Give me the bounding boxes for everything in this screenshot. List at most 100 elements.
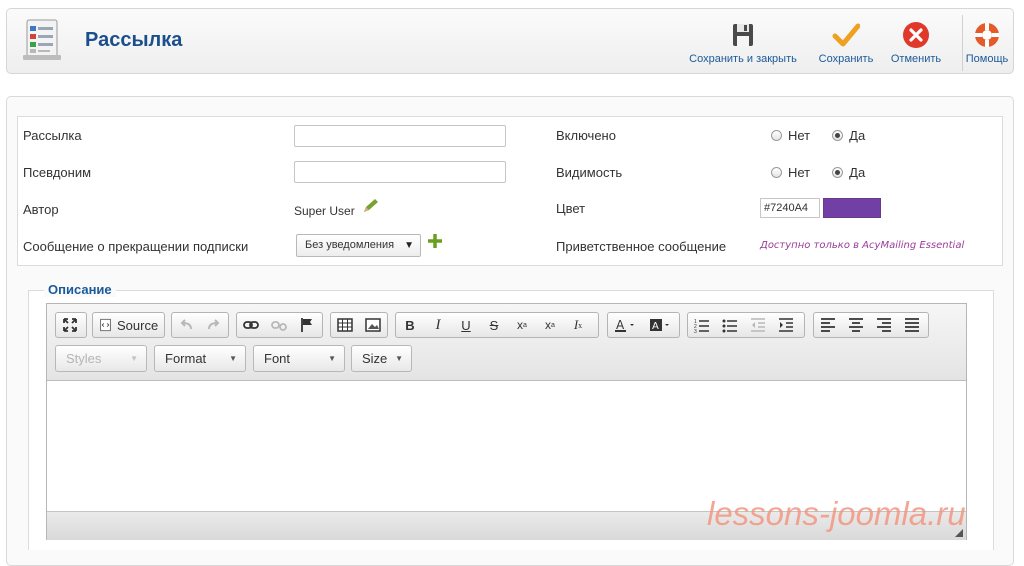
toolbar-group-links <box>236 312 323 338</box>
image-icon <box>365 318 381 332</box>
redo-icon <box>208 319 220 330</box>
align-right-icon <box>877 318 891 332</box>
page-title: Рассылка <box>85 29 183 51</box>
save-and-close-button[interactable]: Сохранить и закрыть <box>685 21 801 69</box>
radio-circle <box>771 130 782 141</box>
visibility-radio-yes[interactable]: Да <box>832 165 865 180</box>
description-legend: Описание <box>44 282 116 297</box>
color-hex-input[interactable]: #7240A4 <box>760 198 820 218</box>
floppy-disk-icon <box>729 21 757 49</box>
link-icon <box>243 321 259 329</box>
image-button[interactable] <box>359 313 387 337</box>
svg-text:A: A <box>652 321 659 332</box>
enabled-radio-group: Нет Да <box>771 128 887 143</box>
radio-circle <box>771 167 782 178</box>
align-justify-button[interactable] <box>898 313 926 337</box>
radio-circle-selected <box>832 130 844 141</box>
chevron-down-icon: ▼ <box>404 240 414 251</box>
redo-button[interactable] <box>200 313 228 337</box>
cancel-label: Отменить <box>890 53 942 65</box>
indent-button[interactable] <box>772 313 800 337</box>
align-center-button[interactable] <box>842 313 870 337</box>
welcome-message-label: Приветственное сообщение <box>556 239 727 254</box>
numbered-list-icon: 123 <box>694 319 709 333</box>
table-button[interactable] <box>331 313 359 337</box>
superscript-button[interactable]: xa <box>536 313 564 337</box>
underline-button[interactable]: U <box>452 313 480 337</box>
watermark-text: lessons-joomla.ru <box>707 495 966 532</box>
unsubscribe-label: Сообщение о прекращении подписки <box>23 239 249 254</box>
maximize-icon <box>63 318 77 332</box>
visibility-radio-group: Нет Да <box>771 165 887 180</box>
bulleted-list-icon <box>722 319 737 333</box>
lifebuoy-icon <box>973 21 1001 49</box>
undo-button[interactable] <box>172 313 200 337</box>
unsubscribe-select[interactable]: Без уведомления ▼ <box>296 234 421 257</box>
enabled-label: Включено <box>556 128 616 143</box>
chevron-down-icon: ▼ <box>328 354 336 363</box>
italic-button[interactable]: I <box>424 313 452 337</box>
list-name-label: Рассылка <box>23 128 82 143</box>
background-color-icon: A <box>650 319 670 332</box>
styles-combo[interactable]: Styles ▼ <box>55 345 147 372</box>
toolbar-group-history <box>171 312 229 338</box>
help-button[interactable]: Помощь <box>963 21 1011 69</box>
remove-format-button[interactable]: Ix <box>564 313 592 337</box>
edit-pencil-icon[interactable] <box>362 198 380 218</box>
align-center-icon <box>849 318 863 332</box>
chevron-down-icon: ▼ <box>130 354 138 363</box>
chevron-down-icon: ▼ <box>229 354 237 363</box>
bold-button[interactable]: B <box>396 313 424 337</box>
add-plus-icon[interactable] <box>427 233 443 253</box>
author-value: Super User <box>294 204 355 218</box>
editor-toolbar: Source B I U S xa xa Ix A A 1 2 3 Styles… <box>47 304 966 381</box>
cancel-button[interactable]: Отменить <box>885 21 947 69</box>
align-left-button[interactable] <box>814 313 842 337</box>
format-combo[interactable]: Format ▼ <box>154 345 246 372</box>
toolbar-group-align <box>813 312 929 338</box>
unsubscribe-select-value: Без уведомления <box>305 239 395 251</box>
source-document-icon <box>100 318 111 332</box>
enabled-radio-no[interactable]: Нет <box>771 128 810 143</box>
undo-icon <box>180 319 192 330</box>
chevron-down-icon: ▼ <box>395 354 403 363</box>
maximize-button[interactable] <box>56 313 84 337</box>
svg-text:3: 3 <box>694 329 697 333</box>
indent-icon <box>779 318 793 332</box>
background-color-button[interactable]: A <box>644 313 680 337</box>
unlink-button[interactable] <box>265 313 293 337</box>
flag-icon <box>301 318 312 332</box>
color-label: Цвет <box>556 201 586 216</box>
font-combo[interactable]: Font ▼ <box>253 345 345 372</box>
save-and-close-label: Сохранить и закрыть <box>689 53 797 65</box>
toolbar-header: Рассылка Сохранить и закрыть Сохранить О… <box>6 8 1014 74</box>
essential-only-note: Доступно только в AcyMailing Essential <box>760 240 965 251</box>
bulleted-list-button[interactable] <box>716 313 744 337</box>
svg-text:A: A <box>616 318 625 332</box>
list-name-input[interactable] <box>294 125 506 147</box>
alias-input[interactable] <box>294 161 506 183</box>
anchor-button[interactable] <box>293 313 321 337</box>
unlink-icon <box>271 321 287 331</box>
strikethrough-button[interactable]: S <box>480 313 508 337</box>
toolbar-group-maximize <box>55 312 87 338</box>
link-button[interactable] <box>237 313 265 337</box>
align-right-button[interactable] <box>870 313 898 337</box>
editor-content-area[interactable] <box>47 381 966 511</box>
toolbar-group-colors: A A <box>607 312 680 338</box>
align-left-icon <box>821 318 835 332</box>
visibility-radio-no[interactable]: Нет <box>771 165 810 180</box>
source-button[interactable]: Source <box>93 313 164 337</box>
toolbar-group-insert <box>330 312 388 338</box>
enabled-radio-yes[interactable]: Да <box>832 128 865 143</box>
size-combo[interactable]: Size ▼ <box>351 345 412 372</box>
toolbar-group-source: Source <box>92 312 165 338</box>
numbered-list-button[interactable]: 123 <box>688 313 716 337</box>
color-swatch[interactable] <box>823 198 881 218</box>
outdent-button[interactable] <box>744 313 772 337</box>
align-justify-icon <box>905 318 919 332</box>
text-color-icon: A <box>614 318 634 332</box>
text-color-button[interactable]: A <box>608 313 644 337</box>
subscript-button[interactable]: xa <box>508 313 536 337</box>
save-button[interactable]: Сохранить <box>811 21 881 69</box>
